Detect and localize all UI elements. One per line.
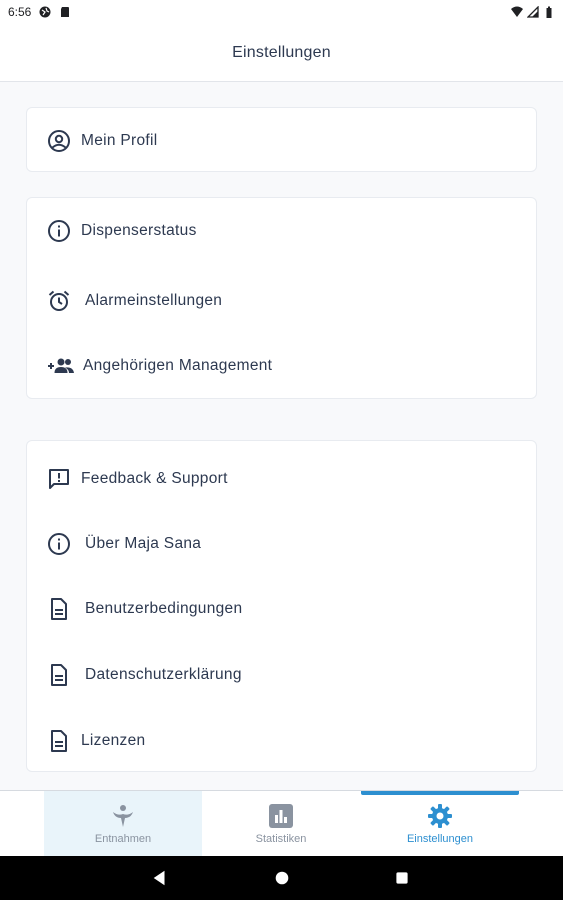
home-icon[interactable] — [272, 868, 292, 888]
menu-item-label: Über Maja Sana — [85, 535, 202, 552]
menu-item-label: Benutzerbedingungen — [85, 600, 243, 617]
account-circle-icon — [47, 129, 71, 153]
feedback-icon — [47, 467, 71, 491]
sd-card-icon — [59, 6, 71, 18]
system-navigation-bar — [0, 856, 563, 900]
menu-item-benutzerbedingungen[interactable]: Benutzerbedingungen — [27, 589, 536, 629]
person-leaf-icon — [110, 803, 136, 829]
tab-label: Entnahmen — [94, 832, 152, 845]
active-tab-indicator — [361, 791, 519, 795]
tab-einstellungen[interactable]: Einstellungen — [361, 791, 519, 856]
document-icon — [47, 597, 71, 621]
status-bar: 6:56 — [0, 0, 563, 24]
back-icon[interactable] — [150, 868, 170, 888]
tab-entnahmen[interactable]: Entnahmen — [44, 791, 202, 856]
menu-item-alarmeinstellungen[interactable]: Alarmeinstellungen — [27, 281, 536, 321]
menu-item-feedback-support[interactable]: Feedback & Support — [27, 459, 536, 499]
battery-icon — [543, 6, 555, 18]
menu-item-datenschutzerklaerung[interactable]: Datenschutzerklärung — [27, 655, 536, 695]
alarm-clock-icon — [47, 289, 71, 313]
device-card: Dispenserstatus Alarmeinstellungen Angeh… — [26, 197, 537, 399]
recent-apps-icon[interactable] — [392, 868, 412, 888]
status-time: 6:56 — [8, 5, 32, 19]
info-icon — [47, 219, 71, 243]
bottom-navigation: Entnahmen Statistiken Einstellungen — [0, 790, 563, 856]
menu-item-label: Datenschutzerklärung — [85, 666, 242, 683]
vpn-globe-icon — [39, 6, 51, 18]
info-icon — [47, 532, 71, 556]
menu-item-lizenzen[interactable]: Lizenzen — [27, 721, 536, 761]
bar-chart-icon — [268, 803, 294, 829]
menu-item-label: Angehörigen Management — [83, 357, 273, 374]
menu-item-label: Feedback & Support — [81, 470, 228, 487]
menu-item-mein-profil[interactable]: Mein Profil — [27, 121, 536, 161]
group-add-icon — [47, 354, 75, 378]
menu-item-label: Dispenserstatus — [81, 222, 197, 239]
menu-item-ueber-maja-sana[interactable]: Über Maja Sana — [27, 524, 536, 564]
settings-content: Mein Profil Dispenserstatus Alarmeinstel… — [0, 82, 563, 790]
tab-label: Einstellungen — [406, 832, 474, 845]
menu-item-dispenserstatus[interactable]: Dispenserstatus — [27, 211, 536, 251]
tab-statistiken[interactable]: Statistiken — [202, 791, 360, 856]
info-card: Feedback & Support Über Maja Sana Benutz… — [26, 440, 537, 772]
tab-label: Statistiken — [255, 832, 307, 845]
menu-item-label: Alarmeinstellungen — [85, 292, 223, 309]
profile-card: Mein Profil — [26, 107, 537, 172]
gear-icon — [427, 803, 453, 829]
document-icon — [47, 729, 71, 753]
menu-item-label: Mein Profil — [81, 132, 158, 149]
document-icon — [47, 663, 71, 687]
cell-signal-icon — [526, 5, 539, 18]
menu-item-angehoerigen-management[interactable]: Angehörigen Management — [27, 346, 536, 386]
page-title: Einstellungen — [232, 43, 331, 61]
menu-item-label: Lizenzen — [81, 732, 146, 749]
wifi-icon — [511, 6, 523, 18]
app-bar: Einstellungen — [0, 24, 563, 82]
